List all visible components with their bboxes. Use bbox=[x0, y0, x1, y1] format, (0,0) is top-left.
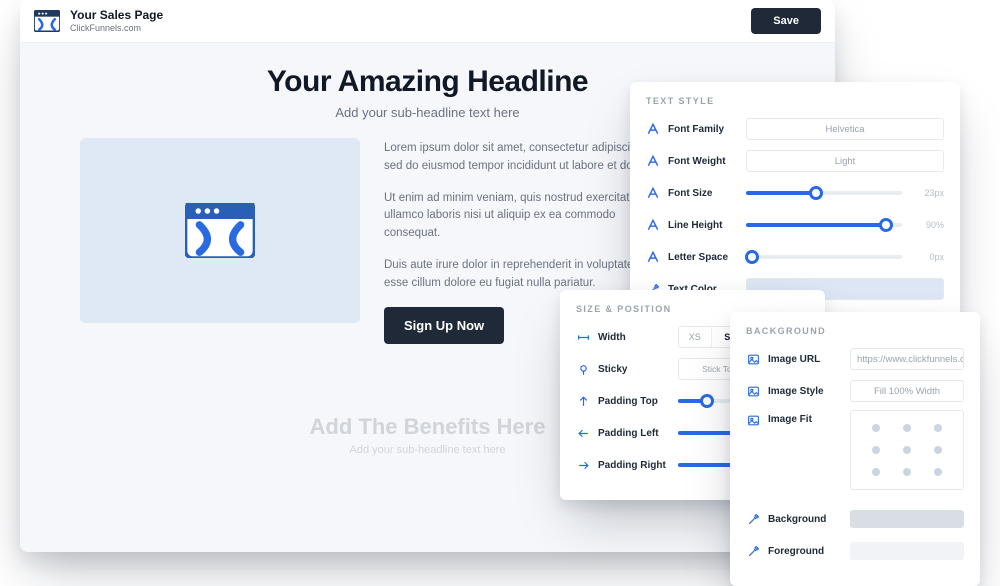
page-source: ClickFunnels.com bbox=[70, 23, 163, 33]
line-height-icon bbox=[646, 218, 660, 232]
image-fit-grid[interactable] bbox=[850, 410, 964, 490]
font-size-slider[interactable] bbox=[746, 182, 902, 204]
foreground-swatch[interactable] bbox=[850, 542, 964, 560]
font-family-select[interactable]: Helvetica bbox=[746, 118, 944, 140]
image-icon bbox=[746, 385, 760, 398]
prop-label: Sticky bbox=[598, 364, 670, 375]
eyedropper-icon bbox=[746, 513, 760, 526]
sticky-icon bbox=[576, 363, 590, 376]
page-title: Your Sales Page bbox=[70, 9, 163, 22]
image-placeholder[interactable] bbox=[80, 138, 360, 323]
cta-button[interactable]: Sign Up Now bbox=[384, 307, 504, 344]
font-weight-icon bbox=[646, 154, 660, 168]
prop-label: Foreground bbox=[768, 546, 842, 557]
letter-space-icon bbox=[646, 250, 660, 264]
arrow-up-icon bbox=[576, 395, 590, 408]
prop-label: Font Family bbox=[668, 124, 738, 135]
prop-label: Padding Top bbox=[598, 396, 670, 407]
font-size-icon bbox=[646, 186, 660, 200]
fit-dot[interactable] bbox=[934, 468, 942, 476]
prop-label: Line Height bbox=[668, 220, 738, 231]
prop-label: Font Weight bbox=[668, 156, 738, 167]
width-xs[interactable]: XS bbox=[679, 327, 712, 347]
top-bar: Your Sales Page ClickFunnels.com Save bbox=[20, 0, 835, 43]
font-weight-select[interactable]: Light bbox=[746, 150, 944, 172]
body-paragraph[interactable]: Ut enim ad minim veniam, quis nostrud ex… bbox=[384, 190, 664, 243]
line-height-slider[interactable] bbox=[746, 214, 902, 236]
fit-dot[interactable] bbox=[872, 468, 880, 476]
fit-dot[interactable] bbox=[903, 468, 911, 476]
fit-dot[interactable] bbox=[903, 424, 911, 432]
prop-label: Padding Left bbox=[598, 428, 670, 439]
letter-space-slider[interactable] bbox=[746, 246, 902, 268]
background-swatch[interactable] bbox=[850, 510, 964, 528]
fit-dot[interactable] bbox=[872, 424, 880, 432]
arrow-left-icon bbox=[576, 427, 590, 440]
image-icon bbox=[746, 353, 760, 366]
fit-dot[interactable] bbox=[872, 446, 880, 454]
prop-label: Background bbox=[768, 514, 842, 525]
body-paragraph[interactable]: Lorem ipsum dolor sit amet, consectetur … bbox=[384, 140, 664, 176]
clickfunnels-logo-icon bbox=[34, 10, 60, 32]
width-icon bbox=[576, 331, 590, 344]
panel-title: BACKGROUND bbox=[746, 326, 964, 336]
fit-dot[interactable] bbox=[934, 446, 942, 454]
font-size-value: 23px bbox=[910, 188, 944, 198]
panel-title: TEXT STYLE bbox=[646, 96, 944, 106]
image-icon bbox=[746, 414, 760, 427]
prop-label: Image URL bbox=[768, 354, 842, 365]
image-style-select[interactable]: Fill 100% Width bbox=[850, 380, 964, 402]
image-url-input[interactable]: https://www.clickfunnels.com/images bbox=[850, 348, 964, 370]
font-family-icon bbox=[646, 122, 660, 136]
body-paragraph[interactable]: Duis aute irure dolor in reprehenderit i… bbox=[384, 257, 664, 293]
panel-background: BACKGROUND Image URL https://www.clickfu… bbox=[730, 312, 980, 586]
prop-label: Padding Right bbox=[598, 460, 670, 471]
save-button[interactable]: Save bbox=[751, 8, 821, 34]
prop-label: Width bbox=[598, 332, 670, 343]
eyedropper-icon bbox=[746, 545, 760, 558]
prop-label: Letter Space bbox=[668, 252, 738, 263]
fit-dot[interactable] bbox=[934, 424, 942, 432]
prop-label: Font Size bbox=[668, 188, 738, 199]
panel-text-style: TEXT STYLE Font Family Helvetica Font We… bbox=[630, 82, 960, 324]
line-height-value: 90% bbox=[910, 220, 944, 230]
prop-label: Image Style bbox=[768, 386, 842, 397]
prop-label: Image Fit bbox=[768, 414, 842, 425]
letter-space-value: 0px bbox=[910, 252, 944, 262]
arrow-right-icon bbox=[576, 459, 590, 472]
fit-dot[interactable] bbox=[903, 446, 911, 454]
clickfunnels-logo-icon bbox=[185, 203, 255, 258]
